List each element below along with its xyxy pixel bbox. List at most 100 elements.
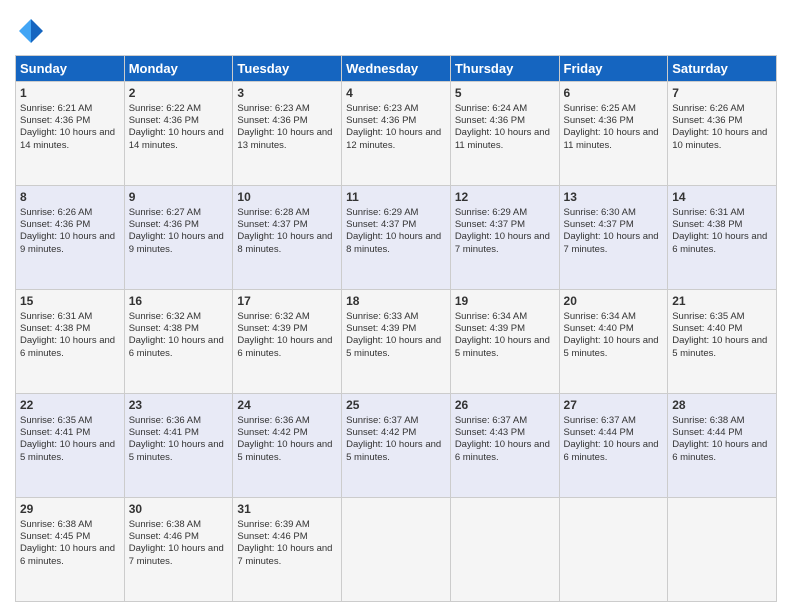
sunset-text: Sunset: 4:45 PM xyxy=(20,531,90,542)
day-number: 23 xyxy=(129,398,229,414)
calendar-day-cell: 13Sunrise: 6:30 AMSunset: 4:37 PMDayligh… xyxy=(559,186,668,290)
calendar-day-cell: 19Sunrise: 6:34 AMSunset: 4:39 PMDayligh… xyxy=(450,290,559,394)
sunset-text: Sunset: 4:36 PM xyxy=(237,115,307,126)
day-number: 10 xyxy=(237,190,337,206)
sunrise-text: Sunrise: 6:36 AM xyxy=(129,415,201,426)
day-number: 29 xyxy=(20,502,120,518)
daylight-text: Daylight: 10 hours and 9 minutes. xyxy=(20,231,115,254)
calendar-day-cell: 9Sunrise: 6:27 AMSunset: 4:36 PMDaylight… xyxy=(124,186,233,290)
day-number: 28 xyxy=(672,398,772,414)
day-header-thursday: Thursday xyxy=(450,56,559,82)
day-number: 12 xyxy=(455,190,555,206)
sunset-text: Sunset: 4:36 PM xyxy=(20,115,90,126)
calendar-week-row: 1Sunrise: 6:21 AMSunset: 4:36 PMDaylight… xyxy=(16,82,777,186)
daylight-text: Daylight: 10 hours and 12 minutes. xyxy=(346,127,441,150)
sunrise-text: Sunrise: 6:37 AM xyxy=(455,415,527,426)
sunset-text: Sunset: 4:37 PM xyxy=(237,219,307,230)
sunset-text: Sunset: 4:36 PM xyxy=(672,115,742,126)
sunrise-text: Sunrise: 6:21 AM xyxy=(20,103,92,114)
calendar-day-cell: 17Sunrise: 6:32 AMSunset: 4:39 PMDayligh… xyxy=(233,290,342,394)
calendar-day-cell: 18Sunrise: 6:33 AMSunset: 4:39 PMDayligh… xyxy=(342,290,451,394)
day-number: 1 xyxy=(20,86,120,102)
sunrise-text: Sunrise: 6:31 AM xyxy=(672,207,744,218)
sunset-text: Sunset: 4:46 PM xyxy=(237,531,307,542)
calendar-day-cell: 8Sunrise: 6:26 AMSunset: 4:36 PMDaylight… xyxy=(16,186,125,290)
calendar-day-cell: 11Sunrise: 6:29 AMSunset: 4:37 PMDayligh… xyxy=(342,186,451,290)
calendar-day-cell: 24Sunrise: 6:36 AMSunset: 4:42 PMDayligh… xyxy=(233,394,342,498)
sunset-text: Sunset: 4:43 PM xyxy=(455,427,525,438)
sunrise-text: Sunrise: 6:30 AM xyxy=(564,207,636,218)
logo-icon xyxy=(15,15,47,47)
sunrise-text: Sunrise: 6:29 AM xyxy=(346,207,418,218)
sunset-text: Sunset: 4:44 PM xyxy=(564,427,634,438)
calendar-day-cell: 15Sunrise: 6:31 AMSunset: 4:38 PMDayligh… xyxy=(16,290,125,394)
sunrise-text: Sunrise: 6:39 AM xyxy=(237,519,309,530)
daylight-text: Daylight: 10 hours and 7 minutes. xyxy=(455,231,550,254)
day-number: 25 xyxy=(346,398,446,414)
sunrise-text: Sunrise: 6:35 AM xyxy=(20,415,92,426)
day-number: 26 xyxy=(455,398,555,414)
day-number: 18 xyxy=(346,294,446,310)
sunset-text: Sunset: 4:36 PM xyxy=(564,115,634,126)
sunrise-text: Sunrise: 6:37 AM xyxy=(564,415,636,426)
calendar-day-cell: 4Sunrise: 6:23 AMSunset: 4:36 PMDaylight… xyxy=(342,82,451,186)
daylight-text: Daylight: 10 hours and 5 minutes. xyxy=(672,335,767,358)
day-number: 4 xyxy=(346,86,446,102)
day-number: 27 xyxy=(564,398,664,414)
calendar-day-cell: 3Sunrise: 6:23 AMSunset: 4:36 PMDaylight… xyxy=(233,82,342,186)
sunset-text: Sunset: 4:41 PM xyxy=(129,427,199,438)
day-number: 3 xyxy=(237,86,337,102)
calendar-day-cell xyxy=(450,498,559,602)
sunset-text: Sunset: 4:42 PM xyxy=(346,427,416,438)
daylight-text: Daylight: 10 hours and 5 minutes. xyxy=(20,439,115,462)
sunset-text: Sunset: 4:36 PM xyxy=(346,115,416,126)
calendar-day-cell: 1Sunrise: 6:21 AMSunset: 4:36 PMDaylight… xyxy=(16,82,125,186)
calendar-week-row: 8Sunrise: 6:26 AMSunset: 4:36 PMDaylight… xyxy=(16,186,777,290)
sunrise-text: Sunrise: 6:29 AM xyxy=(455,207,527,218)
calendar-day-cell: 22Sunrise: 6:35 AMSunset: 4:41 PMDayligh… xyxy=(16,394,125,498)
day-number: 30 xyxy=(129,502,229,518)
day-number: 31 xyxy=(237,502,337,518)
calendar-day-cell: 27Sunrise: 6:37 AMSunset: 4:44 PMDayligh… xyxy=(559,394,668,498)
sunset-text: Sunset: 4:46 PM xyxy=(129,531,199,542)
daylight-text: Daylight: 10 hours and 11 minutes. xyxy=(564,127,659,150)
calendar-day-cell: 21Sunrise: 6:35 AMSunset: 4:40 PMDayligh… xyxy=(668,290,777,394)
logo xyxy=(15,15,51,47)
sunrise-text: Sunrise: 6:23 AM xyxy=(237,103,309,114)
sunset-text: Sunset: 4:37 PM xyxy=(455,219,525,230)
sunrise-text: Sunrise: 6:31 AM xyxy=(20,311,92,322)
sunrise-text: Sunrise: 6:33 AM xyxy=(346,311,418,322)
calendar-day-cell: 29Sunrise: 6:38 AMSunset: 4:45 PMDayligh… xyxy=(16,498,125,602)
day-number: 20 xyxy=(564,294,664,310)
sunrise-text: Sunrise: 6:25 AM xyxy=(564,103,636,114)
daylight-text: Daylight: 10 hours and 9 minutes. xyxy=(129,231,224,254)
daylight-text: Daylight: 10 hours and 7 minutes. xyxy=(129,543,224,566)
calendar-day-cell: 16Sunrise: 6:32 AMSunset: 4:38 PMDayligh… xyxy=(124,290,233,394)
day-number: 5 xyxy=(455,86,555,102)
sunset-text: Sunset: 4:40 PM xyxy=(672,323,742,334)
sunrise-text: Sunrise: 6:37 AM xyxy=(346,415,418,426)
calendar-table: SundayMondayTuesdayWednesdayThursdayFrid… xyxy=(15,55,777,602)
calendar-day-cell: 10Sunrise: 6:28 AMSunset: 4:37 PMDayligh… xyxy=(233,186,342,290)
day-number: 2 xyxy=(129,86,229,102)
calendar-day-cell: 5Sunrise: 6:24 AMSunset: 4:36 PMDaylight… xyxy=(450,82,559,186)
sunrise-text: Sunrise: 6:38 AM xyxy=(129,519,201,530)
header xyxy=(15,10,777,47)
daylight-text: Daylight: 10 hours and 5 minutes. xyxy=(346,439,441,462)
sunrise-text: Sunrise: 6:27 AM xyxy=(129,207,201,218)
sunset-text: Sunset: 4:39 PM xyxy=(455,323,525,334)
day-number: 24 xyxy=(237,398,337,414)
sunset-text: Sunset: 4:36 PM xyxy=(129,115,199,126)
daylight-text: Daylight: 10 hours and 14 minutes. xyxy=(20,127,115,150)
daylight-text: Daylight: 10 hours and 13 minutes. xyxy=(237,127,332,150)
day-header-monday: Monday xyxy=(124,56,233,82)
sunrise-text: Sunrise: 6:38 AM xyxy=(672,415,744,426)
calendar-week-row: 29Sunrise: 6:38 AMSunset: 4:45 PMDayligh… xyxy=(16,498,777,602)
sunrise-text: Sunrise: 6:22 AM xyxy=(129,103,201,114)
calendar-week-row: 22Sunrise: 6:35 AMSunset: 4:41 PMDayligh… xyxy=(16,394,777,498)
sunset-text: Sunset: 4:37 PM xyxy=(346,219,416,230)
day-number: 7 xyxy=(672,86,772,102)
daylight-text: Daylight: 10 hours and 6 minutes. xyxy=(237,335,332,358)
daylight-text: Daylight: 10 hours and 6 minutes. xyxy=(20,543,115,566)
daylight-text: Daylight: 10 hours and 6 minutes. xyxy=(564,439,659,462)
